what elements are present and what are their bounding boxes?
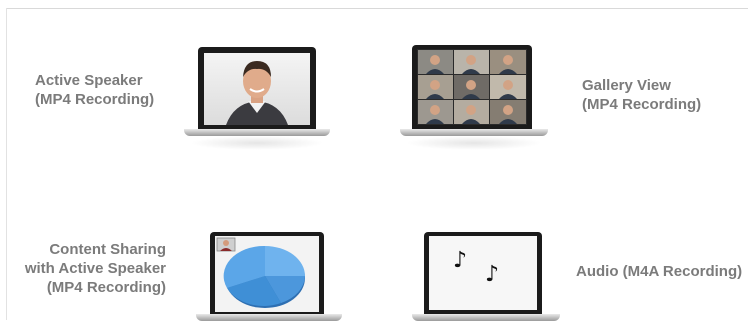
laptop-gallery-view bbox=[398, 42, 550, 152]
laptop-base bbox=[184, 129, 330, 136]
audio-screen: ♪ ♪ bbox=[429, 236, 537, 310]
pie-chart-icon bbox=[216, 237, 305, 308]
music-note-icon: ♪ bbox=[453, 248, 468, 273]
laptop-audio: ♪ ♪ bbox=[410, 228, 560, 321]
laptop-shadow bbox=[406, 136, 542, 150]
content-sharing-screen bbox=[215, 236, 319, 312]
label-gallery-view: Gallery View (MP4 Recording) bbox=[582, 77, 702, 113]
frame-top-border bbox=[6, 8, 748, 9]
label-active-speaker: Active Speaker (MP4 Recording) bbox=[35, 72, 155, 108]
laptop-base bbox=[400, 129, 548, 136]
laptop-shadow bbox=[190, 136, 324, 150]
label-content-sharing: Content Sharing with Active Speaker (MP4… bbox=[24, 241, 166, 296]
music-note-icon: ♪ bbox=[485, 262, 500, 287]
laptop-active-speaker bbox=[180, 44, 330, 154]
speaker-person-icon bbox=[226, 61, 288, 125]
frame-left-border bbox=[6, 8, 7, 320]
gallery-grid-screen bbox=[417, 49, 527, 125]
label-audio: Audio (M4A Recording) bbox=[576, 263, 743, 280]
gallery-grid-icon bbox=[418, 50, 526, 124]
active-speaker-screen bbox=[204, 53, 310, 125]
laptop-content-sharing bbox=[196, 228, 346, 321]
